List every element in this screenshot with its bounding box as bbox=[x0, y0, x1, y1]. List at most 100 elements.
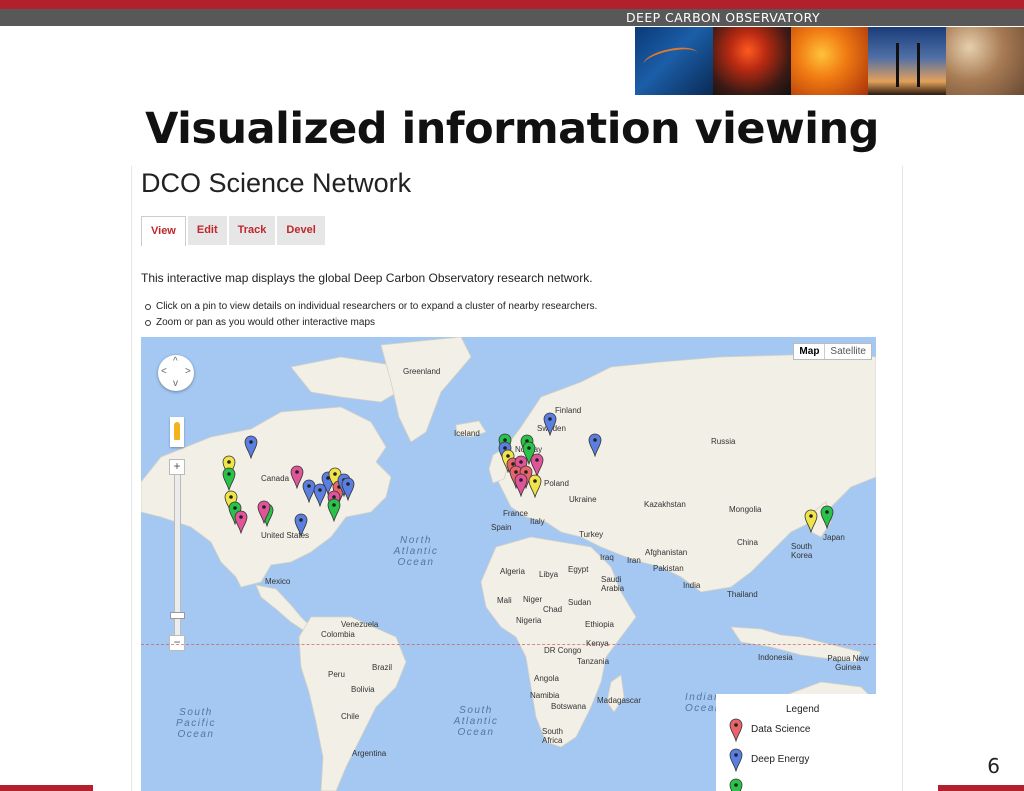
pan-up-icon[interactable]: ^ bbox=[173, 356, 178, 367]
zoom-out-button[interactable]: − bbox=[169, 635, 185, 651]
map-label: Pakistan bbox=[653, 564, 684, 573]
map-label: Libya bbox=[539, 570, 559, 579]
land-madagascar bbox=[606, 674, 625, 713]
banner-image-rock bbox=[946, 27, 1024, 95]
top-header-bar bbox=[0, 9, 1024, 26]
ocean-label: South Pacific Ocean bbox=[176, 707, 216, 740]
tab-devel[interactable]: Devel bbox=[277, 216, 325, 245]
map-label: France bbox=[503, 509, 528, 518]
map-label: Madagascar bbox=[597, 696, 642, 705]
map-type-control: Map Satellite bbox=[793, 343, 872, 360]
pan-control[interactable]: ^ v < > bbox=[158, 355, 194, 391]
pan-right-icon[interactable]: > bbox=[185, 366, 191, 377]
map-pin-icon[interactable] bbox=[327, 498, 341, 522]
map-pin-icon[interactable] bbox=[234, 510, 248, 534]
tab-view[interactable]: View bbox=[141, 216, 186, 246]
legend-pin-icon bbox=[729, 778, 743, 791]
map-legend: Legend Data Science Deep Energy bbox=[716, 694, 876, 791]
map-label: Iraq bbox=[600, 553, 614, 562]
map-label: Mexico bbox=[265, 577, 291, 586]
map-label: Brazil bbox=[372, 663, 393, 672]
map-label: Chile bbox=[341, 712, 360, 721]
map-pin-icon[interactable] bbox=[528, 474, 542, 498]
map-label: Spain bbox=[491, 523, 512, 532]
map-label: DR Congo bbox=[544, 646, 582, 655]
map-label: Poland bbox=[544, 479, 569, 488]
map-pin-icon[interactable] bbox=[514, 473, 528, 497]
screenshot-panel: DCO Science Network View Edit Track Deve… bbox=[131, 166, 903, 791]
map-pin-icon[interactable] bbox=[222, 467, 236, 491]
map-label: Peru bbox=[328, 670, 345, 679]
ocean-label: South Atlantic Ocean bbox=[453, 705, 499, 738]
map-label: Japan bbox=[823, 533, 845, 542]
map-pin-icon[interactable] bbox=[341, 477, 355, 501]
ocean-label: North Atlantic Ocean bbox=[393, 535, 439, 568]
equator-line bbox=[141, 644, 876, 645]
map-label: Nigeria bbox=[516, 616, 542, 625]
instruction-item: Click on a pin to view details on indivi… bbox=[144, 299, 597, 315]
map-label: Mongolia bbox=[729, 505, 762, 514]
map-label: Tanzania bbox=[577, 657, 610, 666]
map-label: China bbox=[737, 538, 758, 547]
banner-image-volcano bbox=[712, 27, 791, 95]
map-label: Venezuela bbox=[341, 620, 379, 629]
map-label: Saudi Arabia bbox=[601, 575, 625, 593]
map-label: Turkey bbox=[579, 530, 604, 539]
map-pin-icon[interactable] bbox=[820, 505, 834, 529]
legend-label: Data Science bbox=[751, 724, 811, 735]
map-label: Kenya bbox=[586, 639, 609, 648]
map-pin-icon[interactable] bbox=[588, 433, 602, 457]
banner-image-oil-rig bbox=[868, 27, 947, 95]
legend-pin-icon bbox=[729, 748, 743, 772]
pan-left-icon[interactable]: < bbox=[161, 366, 167, 377]
map-pin-icon[interactable] bbox=[244, 435, 258, 459]
legend-label: Deep Energy bbox=[751, 754, 810, 765]
map-type-satellite-button[interactable]: Satellite bbox=[825, 344, 871, 359]
map-label: India bbox=[683, 581, 701, 590]
banner-image-lava bbox=[790, 27, 869, 95]
map-label: South Korea bbox=[791, 542, 813, 560]
map-label: Iceland bbox=[454, 429, 480, 438]
map-label: Botswana bbox=[551, 702, 587, 711]
world-map[interactable]: Map Satellite ^ v < > + − Greenland Icel… bbox=[141, 337, 876, 791]
instruction-item: Zoom or pan as you would other interacti… bbox=[144, 315, 597, 331]
map-pin-icon[interactable] bbox=[804, 509, 818, 533]
map-label: Thailand bbox=[727, 590, 758, 599]
map-pin-icon[interactable] bbox=[257, 500, 271, 524]
banner-image-ocean bbox=[635, 27, 713, 95]
footer-accent-left bbox=[0, 785, 93, 791]
map-label: Sudan bbox=[568, 598, 592, 607]
map-label: Angola bbox=[534, 674, 559, 683]
top-accent-bar bbox=[0, 0, 1024, 9]
map-label: South Africa bbox=[542, 727, 563, 745]
map-label: Papua New Guinea bbox=[827, 654, 869, 672]
land-central-america bbox=[255, 584, 312, 633]
map-label: Bolivia bbox=[351, 685, 375, 694]
map-pin-icon[interactable] bbox=[543, 412, 557, 436]
footer-accent-right bbox=[938, 785, 1024, 791]
map-label: Chad bbox=[543, 605, 563, 614]
map-label: Canada bbox=[261, 474, 290, 483]
map-label: Russia bbox=[711, 437, 736, 446]
pan-down-icon[interactable]: v bbox=[173, 378, 178, 389]
street-view-pegman-icon[interactable] bbox=[170, 417, 184, 447]
map-label: Finland bbox=[555, 406, 582, 415]
zoom-slider-thumb[interactable] bbox=[170, 612, 185, 619]
tab-bar: View Edit Track Devel bbox=[141, 216, 327, 246]
slide-page-number: 6 bbox=[987, 754, 1000, 778]
page-description: This interactive map displays the global… bbox=[141, 271, 593, 285]
map-label: Mali bbox=[497, 596, 512, 605]
tab-edit[interactable]: Edit bbox=[187, 216, 227, 245]
tab-track[interactable]: Track bbox=[228, 216, 276, 245]
map-label: Egypt bbox=[568, 565, 589, 574]
map-label: Afghanistan bbox=[645, 548, 688, 557]
map-type-map-button[interactable]: Map bbox=[794, 344, 826, 359]
map-label: Colombia bbox=[321, 630, 355, 639]
ocean-label: Indian Ocean bbox=[685, 692, 722, 714]
page-heading: DCO Science Network bbox=[141, 168, 412, 198]
map-label: Italy bbox=[530, 517, 545, 526]
map-label: Iran bbox=[627, 556, 641, 565]
map-pin-icon[interactable] bbox=[294, 513, 308, 537]
map-label: Greenland bbox=[403, 367, 441, 376]
zoom-in-button[interactable]: + bbox=[169, 459, 185, 475]
